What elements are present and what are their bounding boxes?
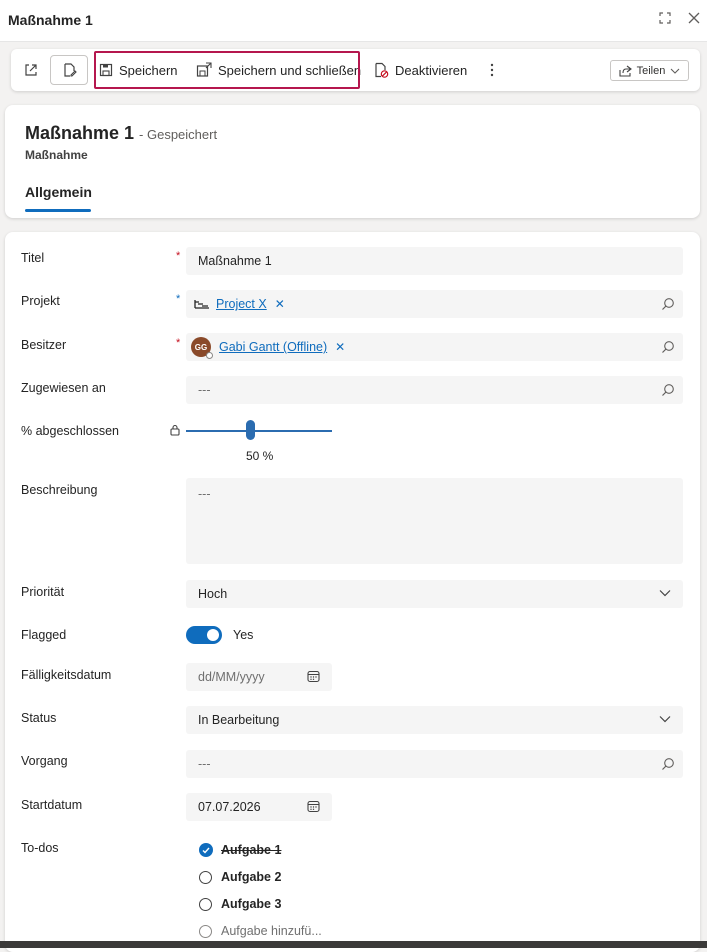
todo-item[interactable]: Aufgabe 3 <box>199 897 281 911</box>
business-recommended-marker: * <box>176 293 181 305</box>
deactivate-label: Deaktivieren <box>395 62 468 78</box>
unchecked-circle-icon[interactable] <box>199 870 212 884</box>
due-date-label: Fälligkeitsdatum <box>21 668 112 682</box>
owner-initials: GG <box>194 342 208 352</box>
title-input[interactable]: Maßnahme 1 <box>186 247 683 275</box>
status-select[interactable]: In Bearbeitung <box>186 706 683 734</box>
bottom-edge <box>0 941 707 948</box>
todos-label: To-dos <box>21 841 59 855</box>
expand-icon[interactable] <box>658 11 676 29</box>
add-todo-input[interactable]: Aufgabe hinzufü... <box>199 924 322 938</box>
document-edit-icon <box>64 63 77 77</box>
title-value: Maßnahme 1 <box>198 254 272 268</box>
owner-lookup[interactable]: GG Gabi Gantt (Offline) ✕ <box>186 333 683 361</box>
chevron-down-icon <box>659 590 671 597</box>
save-commands-highlight <box>94 51 360 89</box>
todo-item[interactable]: Aufgabe 2 <box>199 870 281 884</box>
remove-owner-icon[interactable]: ✕ <box>335 340 345 354</box>
more-vertical-icon <box>490 63 494 77</box>
description-value: --- <box>198 487 211 501</box>
more-commands-button[interactable] <box>489 49 501 91</box>
todo-label: Aufgabe 2 <box>221 870 282 884</box>
assigned-label: Zugewiesen an <box>21 381 106 395</box>
flagged-value: Yes <box>233 628 254 642</box>
window-titlebar: Maßnahme 1 <box>0 0 707 42</box>
chevron-down-icon <box>659 716 671 723</box>
start-date-value: 07.07.2026 <box>198 800 261 814</box>
lock-icon <box>170 424 180 436</box>
search-icon <box>662 298 674 310</box>
deactivate-icon <box>375 62 389 78</box>
project-link[interactable]: Project X <box>216 297 267 311</box>
required-marker: * <box>176 337 181 349</box>
search-icon <box>662 384 674 396</box>
close-icon[interactable] <box>687 11 705 29</box>
checked-circle-icon[interactable] <box>199 843 213 857</box>
form-switch-button[interactable] <box>50 55 88 85</box>
title-label: Titel <box>21 251 45 265</box>
avatar: GG <box>191 337 213 359</box>
project-icon <box>194 300 209 309</box>
presence-offline-icon <box>206 352 213 359</box>
unchecked-circle-icon[interactable] <box>199 897 212 911</box>
calendar-icon <box>307 800 320 813</box>
record-header: Maßnahme 1 - Gespeichert Maßnahme Allgem… <box>5 105 700 218</box>
record-title-row: Maßnahme 1 - Gespeichert <box>25 123 217 144</box>
share-button[interactable]: Teilen <box>610 60 689 81</box>
record-entity: Maßnahme <box>25 148 88 162</box>
toggle-knob <box>207 629 219 641</box>
tab-active-indicator <box>25 209 91 212</box>
percent-slider-thumb[interactable] <box>246 420 255 440</box>
priority-select[interactable]: Hoch <box>186 580 683 608</box>
due-date-input[interactable]: dd/MM/yyyy <box>186 663 332 691</box>
record-save-status: - Gespeichert <box>139 127 218 142</box>
flagged-label: Flagged <box>21 628 67 642</box>
process-lookup[interactable]: --- <box>186 750 683 778</box>
remove-project-icon[interactable]: ✕ <box>275 297 285 311</box>
percent-label: % abgeschlossen <box>21 424 119 438</box>
start-date-label: Startdatum <box>21 798 83 812</box>
deactivate-button[interactable]: Deaktivieren <box>373 49 467 91</box>
project-lookup[interactable]: Project X ✕ <box>186 290 683 318</box>
search-icon <box>662 758 674 770</box>
assigned-lookup[interactable]: --- <box>186 376 683 404</box>
chevron-down-icon <box>670 68 680 74</box>
open-new-window-button[interactable] <box>23 49 45 91</box>
calendar-icon <box>307 670 320 683</box>
owner-link[interactable]: Gabi Gantt (Offline) <box>219 340 327 354</box>
project-label: Projekt <box>21 294 60 308</box>
share-label: Teilen <box>636 64 666 77</box>
share-icon <box>619 65 632 77</box>
priority-label: Priorität <box>21 585 65 599</box>
required-marker: * <box>176 250 181 262</box>
flagged-toggle[interactable] <box>186 626 222 644</box>
tab-general[interactable]: Allgemein <box>25 184 92 200</box>
description-label: Beschreibung <box>21 483 98 497</box>
open-new-window-icon <box>25 64 37 76</box>
search-icon <box>662 341 674 353</box>
status-label: Status <box>21 711 57 725</box>
add-todo-placeholder: Aufgabe hinzufü... <box>221 924 322 938</box>
todo-label: Aufgabe 1 <box>221 843 282 857</box>
owner-label: Besitzer <box>21 338 67 352</box>
due-date-placeholder: dd/MM/yyyy <box>198 670 265 684</box>
status-value: In Bearbeitung <box>198 713 280 727</box>
start-date-input[interactable]: 07.07.2026 <box>186 793 332 821</box>
process-value: --- <box>198 757 211 771</box>
priority-value: Hoch <box>198 587 228 601</box>
unchecked-circle-icon <box>199 924 212 938</box>
record-title: Maßnahme 1 <box>25 123 135 143</box>
todo-item[interactable]: Aufgabe 1 <box>199 843 281 857</box>
percent-slider-track[interactable] <box>186 430 332 432</box>
percent-value: 50 % <box>246 449 274 463</box>
process-label: Vorgang <box>21 754 68 768</box>
description-textarea[interactable]: --- <box>186 478 683 564</box>
window-title: Maßnahme 1 <box>8 12 93 28</box>
todo-label: Aufgabe 3 <box>221 897 282 911</box>
assigned-value: --- <box>198 383 211 397</box>
